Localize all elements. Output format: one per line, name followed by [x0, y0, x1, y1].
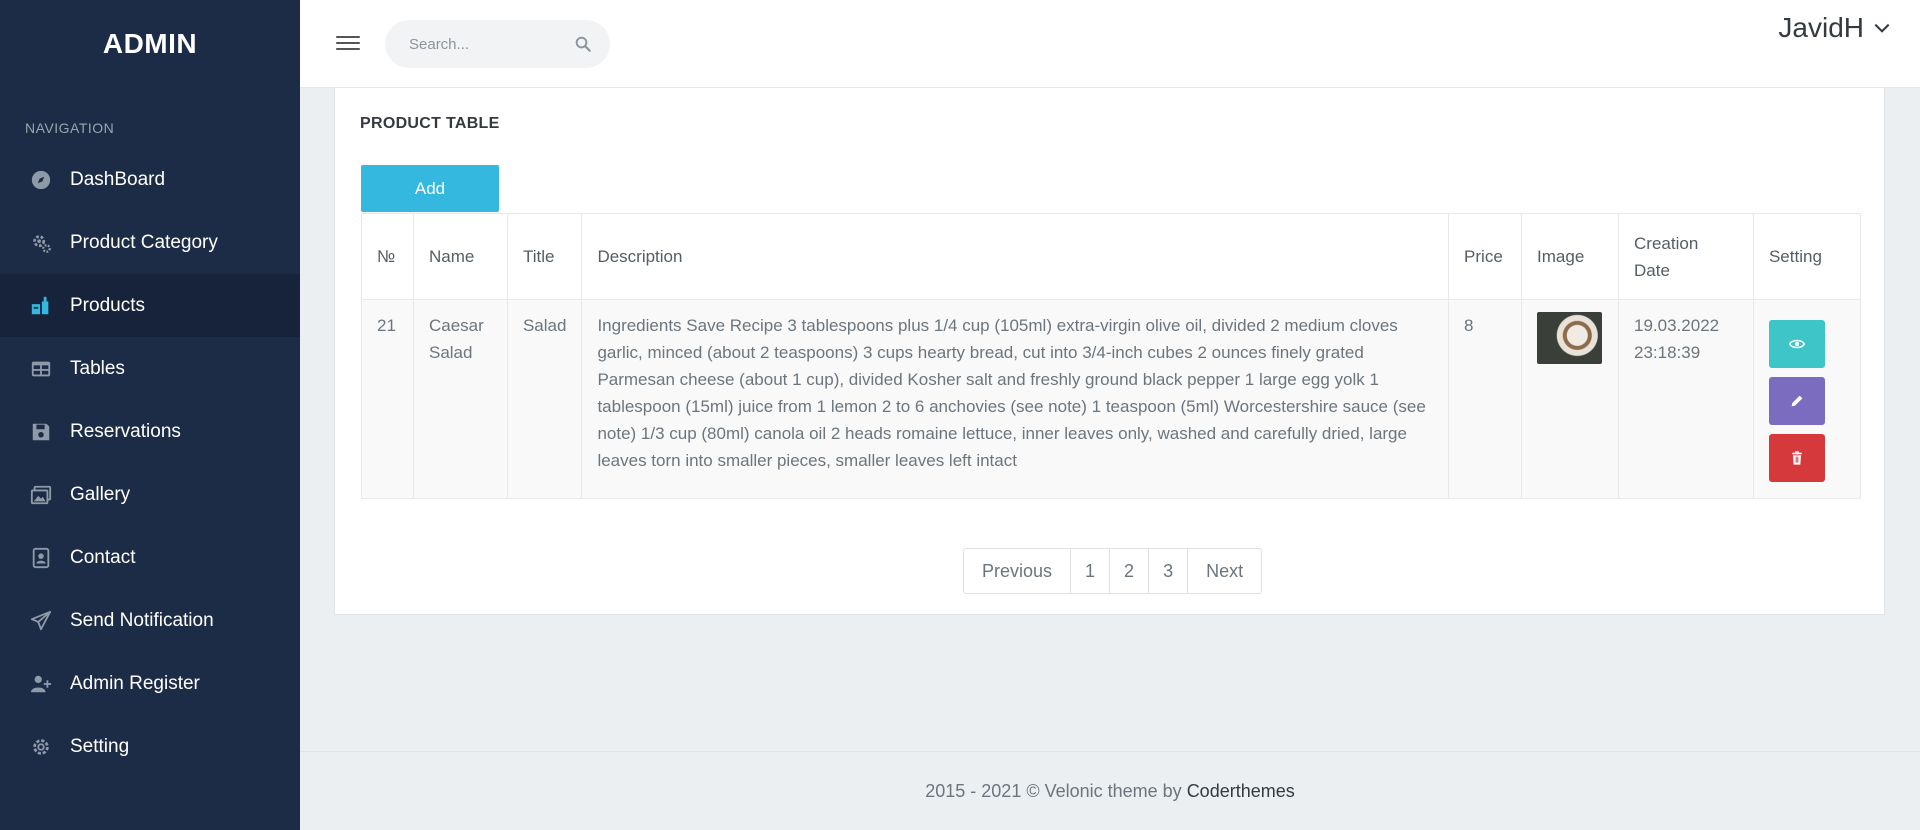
- chevron-down-icon: [1874, 23, 1890, 33]
- sidebar-item-label: DashBoard: [70, 168, 166, 190]
- cell-number: 21: [361, 299, 414, 499]
- search-icon[interactable]: [574, 35, 592, 53]
- compass-icon: [29, 168, 53, 192]
- pagination-page-1[interactable]: 1: [1070, 549, 1109, 593]
- sidebar-item-setting[interactable]: Setting: [0, 715, 300, 778]
- table-icon: [29, 357, 53, 381]
- search-box: [385, 20, 610, 68]
- sidebar-item-products[interactable]: Products: [0, 274, 300, 337]
- sidebar-item-tables[interactable]: Tables: [0, 337, 300, 400]
- sidebar-item-label: Product Category: [70, 231, 218, 253]
- table-row: 21 Caesar Salad Salad Ingredients Save R…: [361, 299, 1862, 499]
- eye-icon: [1788, 339, 1805, 349]
- sidebar: ADMIN NAVIGATION DashBoard Product Categ…: [0, 0, 300, 830]
- sidebar-item-label: Reservations: [70, 420, 181, 442]
- topbar: JavidH: [300, 0, 1920, 88]
- sidebar-item-product-category[interactable]: Product Category: [0, 211, 300, 274]
- sidebar-item-admin-register[interactable]: Admin Register: [0, 652, 300, 715]
- view-button[interactable]: [1768, 320, 1825, 368]
- row-actions: [1768, 320, 1845, 482]
- header-name: Name: [412, 213, 508, 300]
- user-menu[interactable]: JavidH: [1778, 12, 1892, 44]
- sidebar-item-gallery[interactable]: Gallery: [0, 463, 300, 526]
- header-setting: Setting: [1752, 213, 1862, 300]
- cogs-icon: [29, 231, 53, 255]
- sidebar-item-label: Products: [70, 294, 145, 316]
- pagination-page-3[interactable]: 3: [1148, 549, 1187, 593]
- cell-image: [1521, 299, 1620, 499]
- sidebar-item-label: Admin Register: [70, 672, 200, 694]
- cell-creation-date: 19.03.2022 23:18:39: [1618, 299, 1754, 499]
- user-name: JavidH: [1778, 12, 1864, 43]
- sidebar-item-label: Setting: [70, 735, 130, 757]
- header-creation-date: Creation Date: [1618, 213, 1754, 300]
- header-image: Image: [1521, 213, 1620, 300]
- products-icon: [29, 294, 53, 318]
- trash-icon: [1792, 451, 1802, 465]
- footer: 2015 - 2021 © Velonic theme by Coderthem…: [300, 751, 1920, 830]
- hamburger-icon: [336, 36, 360, 38]
- sidebar-item-label: Tables: [70, 357, 125, 379]
- table-header-row: № Name Title Description Price Image Cre…: [361, 213, 1862, 300]
- pencil-icon: [1791, 395, 1803, 407]
- add-product-button[interactable]: Add: [361, 165, 499, 212]
- product-table-card: PRODUCT TABLE Add № Name Title Descripti…: [334, 88, 1885, 615]
- edit-button[interactable]: [1768, 377, 1825, 425]
- header-price: Price: [1448, 213, 1523, 300]
- sidebar-item-label: Contact: [70, 546, 136, 568]
- search-input[interactable]: [409, 35, 559, 53]
- cell-price: 8: [1448, 299, 1523, 499]
- sidebar-item-label: Send Notification: [70, 609, 214, 631]
- cell-name: Caesar Salad: [412, 299, 508, 499]
- sidebar-item-reservations[interactable]: Reservations: [0, 400, 300, 463]
- footer-text: 2015 - 2021 © Velonic theme by: [925, 780, 1182, 801]
- header-description: Description: [581, 213, 1450, 300]
- footer-link-coderthemes[interactable]: Coderthemes: [1187, 781, 1295, 802]
- contact-icon: [29, 546, 53, 570]
- menu-toggle-button[interactable]: [336, 32, 360, 54]
- pagination-next[interactable]: Next: [1187, 549, 1261, 593]
- delete-button[interactable]: [1768, 434, 1825, 482]
- sidebar-item-contact[interactable]: Contact: [0, 526, 300, 589]
- cell-setting: [1752, 299, 1862, 499]
- header-number: №: [361, 213, 414, 300]
- gear-icon: [29, 735, 53, 759]
- sidebar-item-label: Gallery: [70, 483, 131, 505]
- header-title: Title: [506, 213, 583, 300]
- cell-description: Ingredients Save Recipe 3 tablespoons pl…: [581, 299, 1450, 499]
- product-image-thumbnail[interactable]: [1537, 312, 1603, 364]
- sidebar-item-dashboard[interactable]: DashBoard: [0, 148, 300, 211]
- sidebar-item-send-notification[interactable]: Send Notification: [0, 589, 300, 652]
- pagination: Previous 1 2 3 Next: [963, 548, 1263, 594]
- brand-logo[interactable]: ADMIN: [0, 0, 300, 88]
- card-title: PRODUCT TABLE: [360, 115, 500, 132]
- user-plus-icon: [29, 672, 53, 696]
- pagination-previous[interactable]: Previous: [964, 549, 1070, 593]
- nav-section-title: NAVIGATION: [25, 120, 115, 136]
- images-icon: [29, 483, 53, 507]
- floppy-icon: [29, 420, 53, 444]
- pagination-page-2[interactable]: 2: [1109, 549, 1148, 593]
- product-table: № Name Title Description Price Image Cre…: [361, 213, 1862, 499]
- cell-title: Salad: [506, 299, 583, 499]
- paper-plane-icon: [29, 609, 53, 633]
